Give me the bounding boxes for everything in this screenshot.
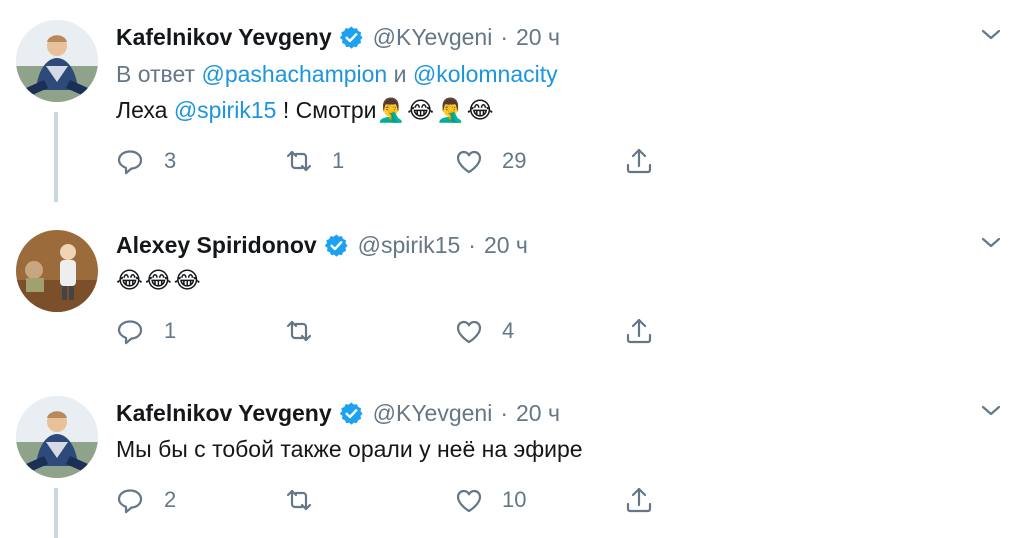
reply-icon [117, 320, 143, 345]
laughing-emoji: 😂 [173, 268, 201, 294]
share-icon [626, 148, 652, 174]
text-segment: Леха [116, 97, 168, 123]
chevron-down-icon[interactable] [978, 22, 1004, 48]
thread-line [54, 488, 58, 538]
mention-link[interactable]: @kolomnacity [413, 61, 558, 87]
avatar[interactable] [16, 20, 98, 102]
tweet-actions: 1 4 [116, 314, 676, 348]
chevron-down-icon[interactable] [978, 398, 1004, 424]
tweet-actions: 2 10 [116, 483, 676, 517]
tweet-actions: 3 1 29 [116, 144, 676, 178]
tweet-header: Kafelnikov Yevgeny @KYevgeni · 20 ч [116, 20, 560, 54]
tweet-1[interactable]: Kafelnikov Yevgeny @KYevgeni · 20 ч В от… [0, 20, 1024, 202]
author-name[interactable]: Alexey Spiridonov [116, 232, 317, 259]
author-handle[interactable]: @KYevgeni [373, 400, 493, 427]
verified-badge-icon [338, 24, 364, 50]
tweet-header: Kafelnikov Yevgeny @KYevgeni · 20 ч [116, 396, 560, 430]
tweet-3[interactable]: Kafelnikov Yevgeny @KYevgeni · 20 ч Мы б… [0, 396, 1024, 538]
author-handle[interactable]: @spirik15 [358, 232, 461, 259]
chevron-down-icon[interactable] [978, 230, 1004, 256]
like-button[interactable]: 29 [454, 144, 526, 178]
facepalm-emoji: 🤦‍♂️ [376, 98, 406, 124]
retweet-button[interactable] [284, 314, 332, 348]
laughing-emoji: 😂 [407, 98, 434, 124]
reply-icon [117, 489, 143, 514]
heart-icon [456, 320, 482, 344]
like-count: 4 [502, 318, 515, 343]
timestamp[interactable]: 20 ч [516, 24, 560, 51]
retweet-icon [286, 320, 312, 342]
reply-icon [117, 150, 143, 175]
author-name[interactable]: Kafelnikov Yevgeny [116, 24, 332, 51]
share-button[interactable] [624, 483, 672, 517]
reply-prefix: В ответ [116, 61, 196, 87]
laughing-emoji: 😂 [466, 98, 494, 124]
reply-count: 1 [164, 318, 177, 343]
tweet-header: Alexey Spiridonov @spirik15 · 20 ч [116, 228, 528, 262]
retweet-button[interactable]: 1 [284, 144, 344, 178]
separator-dot: · [500, 399, 508, 426]
like-count: 10 [502, 487, 527, 512]
verified-badge-icon [338, 400, 364, 426]
like-button[interactable]: 10 [454, 483, 526, 517]
retweet-icon [286, 489, 312, 511]
avatar[interactable] [16, 396, 98, 478]
reply-count: 2 [164, 487, 177, 512]
mention-link[interactable]: @pashachampion [201, 61, 387, 87]
reply-context: В ответ @pashachampion и @kolomnacity [116, 58, 558, 90]
separator-dot: · [468, 231, 476, 258]
reply-button[interactable]: 1 [116, 314, 176, 348]
timestamp[interactable]: 20 ч [484, 232, 528, 259]
retweet-icon [286, 150, 312, 172]
thread-line [54, 112, 58, 202]
tweet-2[interactable]: Alexey Spiridonov @spirik15 · 20 ч 😂😂😂 1… [0, 226, 1024, 366]
tweet-text: Леха @spirik15 ! Смотри🤦‍♂️😂🤦‍♂️😂 [116, 94, 496, 126]
heart-icon [456, 489, 482, 513]
share-icon [626, 318, 652, 344]
facepalm-emoji: 🤦‍♂️ [436, 98, 465, 124]
author-name[interactable]: Kafelnikov Yevgeny [116, 400, 332, 427]
heart-icon [456, 150, 482, 174]
reply-button[interactable]: 2 [116, 483, 176, 517]
reply-and: и [393, 61, 407, 87]
avatar[interactable] [16, 230, 98, 312]
text-segment: Мы бы с тобой также орали у неё на эфире [116, 436, 583, 462]
mention-link[interactable]: @spirik15 [174, 97, 277, 123]
timestamp[interactable]: 20 ч [516, 400, 560, 427]
verified-badge-icon [323, 232, 349, 258]
laughing-emoji: 😂 [144, 268, 172, 294]
tweet-text: 😂😂😂 [116, 264, 203, 296]
separator-dot: · [500, 23, 508, 50]
reply-button[interactable]: 3 [116, 144, 176, 178]
like-button[interactable]: 4 [454, 314, 514, 348]
retweet-count: 1 [332, 148, 345, 173]
reply-count: 3 [164, 148, 177, 173]
share-button[interactable] [624, 144, 672, 178]
like-count: 29 [502, 148, 527, 173]
share-button[interactable] [624, 314, 672, 348]
author-handle[interactable]: @KYevgeni [373, 24, 493, 51]
share-icon [626, 487, 652, 513]
laughing-emoji: 😂 [116, 268, 143, 294]
text-segment: ! Смотри [282, 97, 377, 123]
tweet-text: Мы бы с тобой также орали у неё на эфире [116, 433, 583, 465]
retweet-button[interactable] [284, 483, 332, 517]
